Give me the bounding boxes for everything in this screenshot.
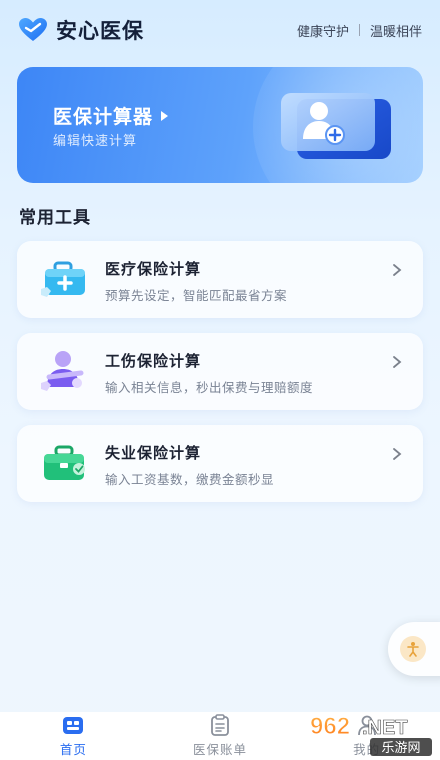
app-header: 安心医保 健康守护 温暖相伴 bbox=[0, 0, 440, 60]
watermark-logo: 962 .NET 乐游网 bbox=[310, 713, 432, 756]
banner-title-row: 医保计算器 bbox=[53, 102, 169, 129]
medical-kit-icon bbox=[41, 261, 85, 297]
svg-text:.NET: .NET bbox=[362, 717, 408, 739]
chevron-right-icon bbox=[393, 448, 402, 460]
tool-card-medical[interactable]: 医疗保险计算 预算先设定，智能匹配最省方案 bbox=[17, 241, 423, 318]
home-icon bbox=[63, 717, 84, 734]
svg-text:乐游网: 乐游网 bbox=[381, 741, 420, 756]
clipboard-icon bbox=[211, 714, 229, 736]
svg-text:962: 962 bbox=[310, 713, 350, 740]
tool-card-work-injury[interactable]: 工伤保险计算 输入相关信息，秒出保费与理赔额度 bbox=[17, 333, 423, 410]
floating-assist-button[interactable] bbox=[388, 622, 440, 676]
slogan-divider bbox=[358, 24, 360, 36]
nav-label: 医保账单 bbox=[193, 742, 248, 757]
play-arrow-icon bbox=[161, 110, 169, 121]
slogan-part-2: 温暖相伴 bbox=[369, 24, 422, 40]
medical-card-illustration-icon bbox=[281, 93, 391, 159]
nav-item-home[interactable]: 首页 bbox=[0, 712, 147, 760]
briefcase-icon bbox=[44, 445, 85, 480]
tool-name: 失业保险计算 bbox=[105, 444, 202, 462]
tool-description: 输入相关信息，秒出保费与理赔额度 bbox=[105, 380, 314, 395]
banner-subtitle: 编辑快速计算 bbox=[53, 134, 138, 149]
tool-card-unemployment[interactable]: 失业保险计算 输入工资基数，缴费金额秒显 bbox=[17, 425, 423, 502]
nav-item-bill[interactable]: 医保账单 bbox=[147, 712, 294, 760]
slogan: 健康守护 温暖相伴 bbox=[297, 21, 422, 40]
chevron-right-icon bbox=[393, 356, 402, 368]
app-title: 安心医保 bbox=[56, 19, 144, 43]
injured-person-icon bbox=[41, 351, 84, 391]
accessibility-icon bbox=[400, 636, 426, 662]
calculator-banner[interactable]: 医保计算器 编辑快速计算 bbox=[17, 67, 423, 183]
nav-label: 首页 bbox=[59, 742, 87, 757]
tool-name: 医疗保险计算 bbox=[105, 260, 202, 278]
banner-title: 医保计算器 bbox=[53, 106, 154, 128]
tool-name: 工伤保险计算 bbox=[105, 352, 202, 370]
tool-description: 输入工资基数，缴费金额秒显 bbox=[105, 472, 275, 487]
heart-logo-icon bbox=[19, 18, 47, 41]
tool-description: 预算先设定，智能匹配最省方案 bbox=[105, 288, 288, 303]
chevron-right-icon bbox=[393, 264, 402, 276]
brand: 安心医保 bbox=[18, 15, 144, 45]
slogan-part-1: 健康守护 bbox=[296, 24, 349, 40]
section-title: 常用工具 bbox=[19, 208, 91, 228]
